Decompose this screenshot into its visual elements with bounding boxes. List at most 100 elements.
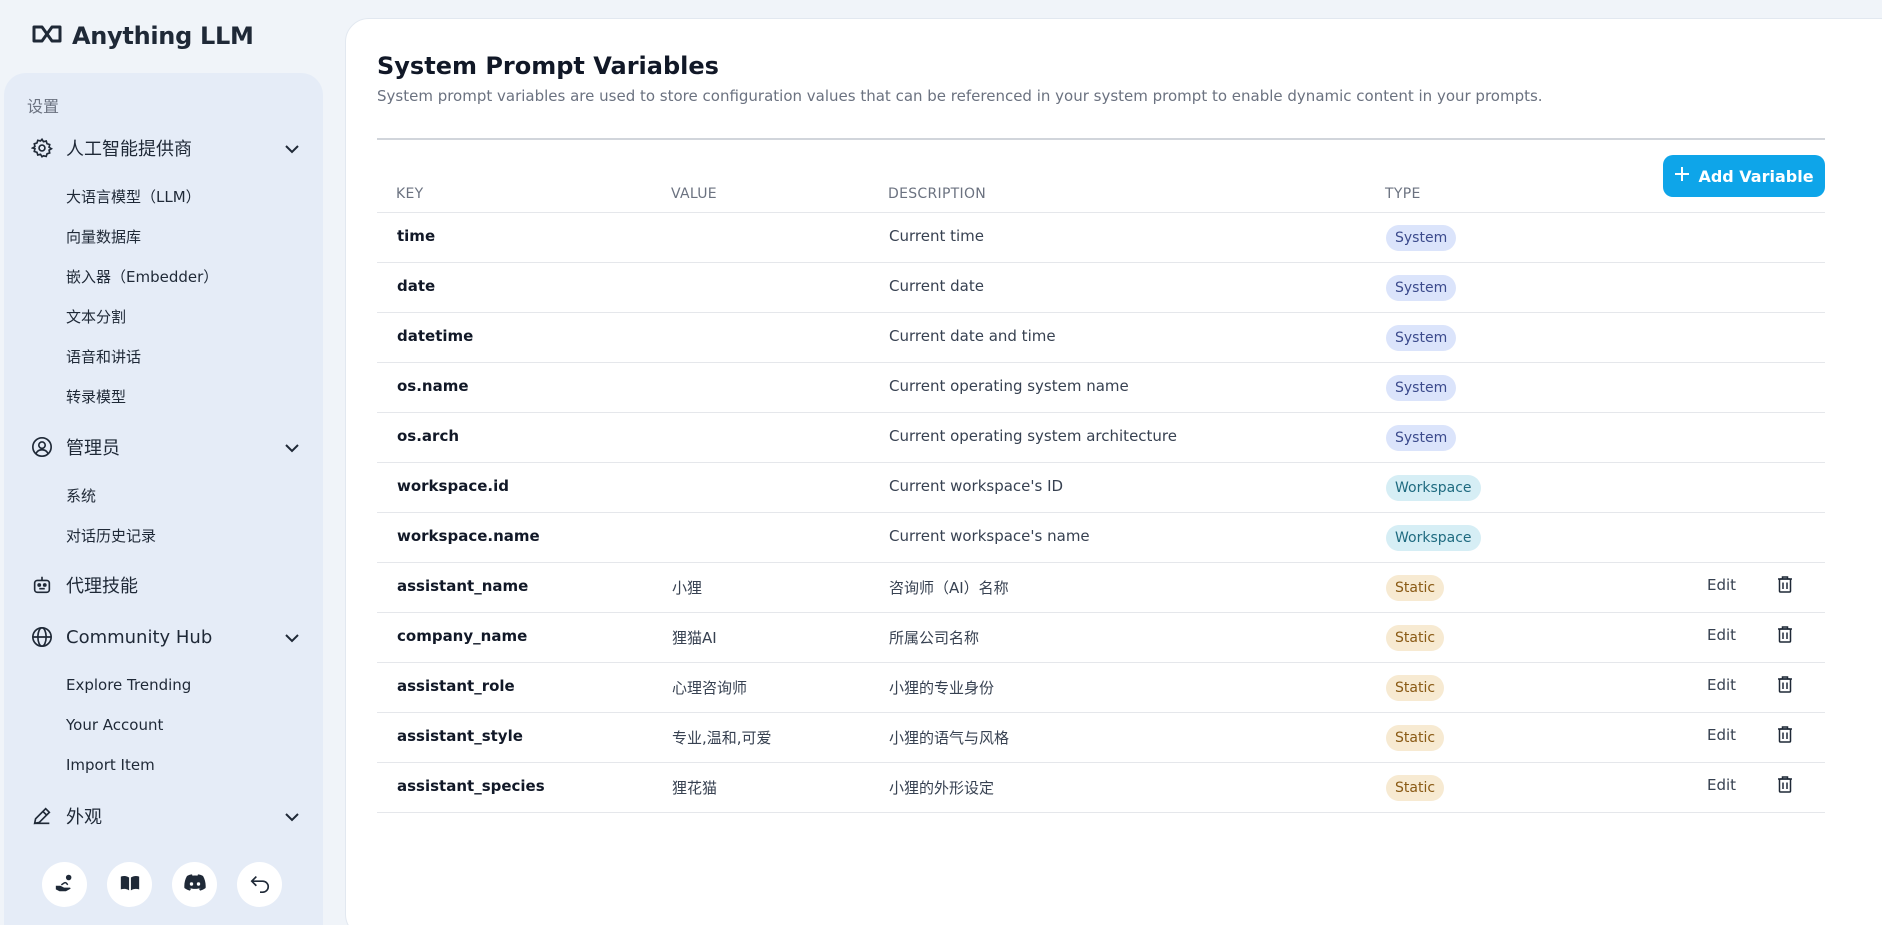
type-badge: System bbox=[1386, 275, 1457, 301]
trash-icon[interactable] bbox=[1777, 725, 1795, 745]
chevron-down-icon[interactable] bbox=[284, 141, 300, 155]
page-title: System Prompt Variables bbox=[377, 52, 719, 80]
variable-key: workspace.id bbox=[397, 477, 509, 495]
sidebar-group-ai-providers[interactable]: 人工智能提供商 bbox=[4, 129, 323, 167]
variable-key: datetime bbox=[397, 327, 474, 345]
sidebar-group-label: 代理技能 bbox=[66, 576, 138, 597]
edit-button[interactable]: Edit bbox=[1707, 576, 1736, 594]
table-row: assistant_role 心理咨询师 小狸的专业身份 Static Edit bbox=[377, 663, 1825, 713]
variable-description: 小狸的语气与风格 bbox=[889, 729, 1010, 747]
type-badge: Workspace bbox=[1386, 475, 1481, 501]
variable-key: workspace.name bbox=[397, 527, 540, 545]
chevron-down-icon[interactable] bbox=[284, 630, 300, 644]
pencil-icon bbox=[31, 805, 53, 827]
variable-key: date bbox=[397, 277, 436, 295]
variable-description: Current time bbox=[889, 227, 984, 245]
edit-button[interactable]: Edit bbox=[1707, 776, 1736, 794]
table-body: time Current time System date Current date Sy… bbox=[377, 213, 1825, 813]
sidebar-item-vector-db[interactable]: 向量数据库 bbox=[66, 226, 141, 248]
back-button[interactable] bbox=[237, 862, 282, 907]
variable-type: System bbox=[1386, 225, 1457, 251]
column-header-description: DESCRIPTION bbox=[888, 186, 987, 202]
support-hand-icon bbox=[54, 872, 76, 898]
type-badge: System bbox=[1386, 225, 1457, 251]
robot-icon bbox=[31, 574, 53, 596]
table-row: date Current date System bbox=[377, 263, 1825, 313]
column-header-type: TYPE bbox=[1385, 186, 1421, 202]
variable-type: System bbox=[1386, 325, 1457, 351]
sidebar-group-appearance[interactable]: 外观 bbox=[4, 797, 323, 835]
table-row: workspace.id Current workspace's ID Worksp… bbox=[377, 463, 1825, 513]
type-badge: Static bbox=[1386, 575, 1445, 601]
brand-name: Anything LLM bbox=[72, 22, 254, 50]
variable-value: 狸猫AI bbox=[672, 629, 717, 647]
edit-button[interactable]: Edit bbox=[1707, 726, 1736, 744]
sidebar-item-voice-speech[interactable]: 语音和讲话 bbox=[66, 346, 141, 368]
discord-button[interactable] bbox=[172, 862, 217, 907]
back-arrow-icon bbox=[249, 872, 271, 898]
sidebar-item-system[interactable]: 系统 bbox=[66, 485, 96, 507]
type-badge: System bbox=[1386, 325, 1457, 351]
table-row: datetime Current date and time System bbox=[377, 313, 1825, 363]
table-row: company_name 狸猫AI 所属公司名称 Static Edit bbox=[377, 613, 1825, 663]
divider bbox=[377, 138, 1825, 140]
sidebar-item-your-account[interactable]: Your Account bbox=[66, 714, 163, 736]
sidebar-item-explore-trending[interactable]: Explore Trending bbox=[66, 674, 191, 696]
table-row: assistant_style 专业,温和,可爱 小狸的语气与风格 Static Edi… bbox=[377, 713, 1825, 763]
variable-description: Current date bbox=[889, 277, 984, 295]
type-badge: Static bbox=[1386, 675, 1445, 701]
variable-key: os.name bbox=[397, 377, 469, 395]
sidebar-group-label: 人工智能提供商 bbox=[66, 139, 192, 160]
sidebar: 设置 人工智能提供商 大语言模型（LLM） 向量数据库 嵌入器（Embedder… bbox=[4, 73, 323, 925]
sidebar-group-label: 管理员 bbox=[66, 438, 120, 459]
edit-button[interactable]: Edit bbox=[1707, 626, 1736, 644]
sidebar-item-import-item[interactable]: Import Item bbox=[66, 754, 155, 776]
column-header-key: KEY bbox=[396, 186, 424, 202]
brand[interactable]: Anything LLM bbox=[32, 20, 254, 52]
sidebar-group-agent-skills[interactable]: 代理技能 bbox=[4, 566, 323, 604]
variable-description: Current date and time bbox=[889, 327, 1056, 345]
variable-type: System bbox=[1386, 425, 1457, 451]
edit-button[interactable]: Edit bbox=[1707, 676, 1736, 694]
sidebar-item-transcription[interactable]: 转录模型 bbox=[66, 386, 126, 408]
type-badge: Static bbox=[1386, 725, 1445, 751]
anything-llm-logo-icon bbox=[32, 24, 62, 48]
variable-key: assistant_species bbox=[397, 777, 545, 795]
trash-icon[interactable] bbox=[1777, 625, 1795, 645]
table-row: assistant_species 狸花猫 小狸的外形设定 Static Edit bbox=[377, 763, 1825, 813]
variable-key: assistant_style bbox=[397, 727, 523, 745]
globe-icon bbox=[31, 626, 53, 648]
variable-key: assistant_role bbox=[397, 677, 515, 695]
table-row: os.name Current operating system name Syst… bbox=[377, 363, 1825, 413]
variable-description: Current operating system name bbox=[889, 377, 1129, 395]
variable-description: 小狸的外形设定 bbox=[889, 779, 995, 797]
trash-icon[interactable] bbox=[1777, 775, 1795, 795]
variable-type: Static bbox=[1386, 775, 1445, 801]
chevron-down-icon[interactable] bbox=[284, 440, 300, 454]
type-badge: System bbox=[1386, 425, 1457, 451]
variable-value: 心理咨询师 bbox=[672, 679, 748, 697]
sidebar-group-community-hub[interactable]: Community Hub bbox=[4, 618, 323, 656]
variables-table: KEY VALUE DESCRIPTION TYPE time Current t… bbox=[377, 183, 1825, 813]
variable-value: 专业,温和,可爱 bbox=[672, 729, 772, 747]
variable-value: 小狸 bbox=[672, 579, 703, 597]
variable-description: Current workspace's ID bbox=[889, 477, 1064, 495]
sidebar-item-chat-history[interactable]: 对话历史记录 bbox=[66, 525, 156, 547]
variable-type: Static bbox=[1386, 575, 1445, 601]
sidebar-section-label: 设置 bbox=[27, 97, 60, 116]
chevron-down-icon[interactable] bbox=[284, 809, 300, 823]
trash-icon[interactable] bbox=[1777, 675, 1795, 695]
trash-icon[interactable] bbox=[1777, 575, 1795, 595]
variable-key: time bbox=[397, 227, 436, 245]
sidebar-group-admin[interactable]: 管理员 bbox=[4, 428, 323, 466]
docs-button[interactable] bbox=[107, 862, 152, 907]
variable-description: 所属公司名称 bbox=[889, 629, 980, 647]
sidebar-item-text-splitter[interactable]: 文本分割 bbox=[66, 306, 126, 328]
main-panel: System Prompt Variables System prompt va… bbox=[345, 18, 1882, 925]
table-header: KEY VALUE DESCRIPTION TYPE bbox=[377, 183, 1825, 213]
support-button[interactable] bbox=[42, 862, 87, 907]
variable-description: 咨询师（AI）名称 bbox=[889, 579, 1009, 597]
sidebar-item-llm[interactable]: 大语言模型（LLM） bbox=[66, 186, 201, 208]
variable-type: Workspace bbox=[1386, 525, 1481, 551]
sidebar-item-embedder[interactable]: 嵌入器（Embedder） bbox=[66, 266, 218, 288]
